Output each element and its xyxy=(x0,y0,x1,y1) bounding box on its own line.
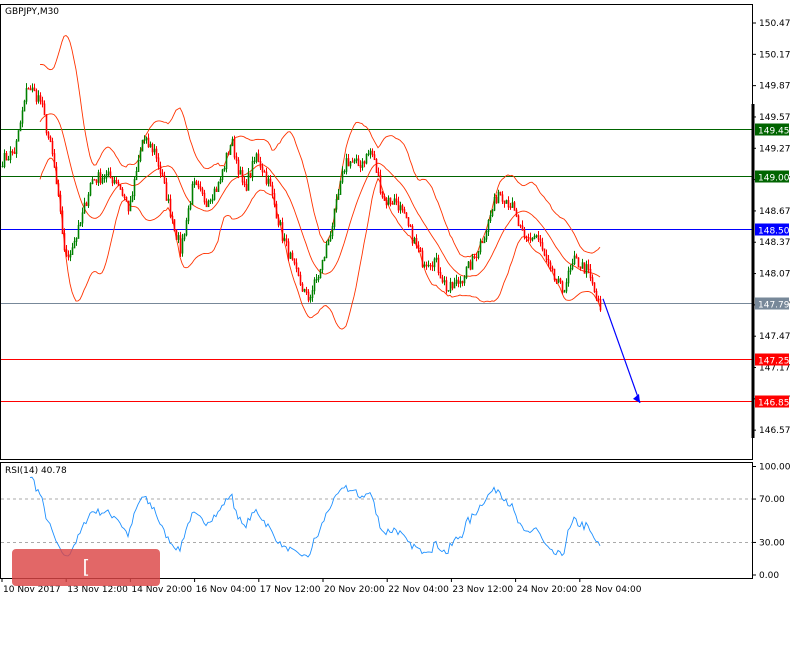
level-label: 149.45 xyxy=(758,127,790,137)
rsi-label: RSI(14) 40.78 xyxy=(5,466,67,476)
rsi-tick-label: 0.00 xyxy=(759,571,779,581)
price-tick-label: 148.37 xyxy=(759,238,791,248)
price-tick-label: 146.57 xyxy=(759,426,791,436)
time-tick-label: 23 Nov 12:00 xyxy=(452,585,513,595)
time-tick-label: 24 Nov 20:00 xyxy=(517,585,578,595)
price-tick-label: 149.27 xyxy=(759,144,791,154)
level-label: 148.50 xyxy=(758,227,790,237)
time-tick-label: 17 Nov 12:00 xyxy=(260,585,321,595)
chart-title: GBPJPY,M30 xyxy=(5,7,59,17)
forecast-arrow xyxy=(602,298,641,404)
rsi-tick-label: 30.00 xyxy=(759,538,785,548)
time-tick-label: 28 Nov 04:00 xyxy=(581,585,642,595)
price-tick-label: 148.67 xyxy=(759,207,791,217)
price-tick-label: 150.47 xyxy=(759,19,791,29)
price-tick-label: 148.07 xyxy=(759,270,791,280)
time-tick-label: 16 Nov 04:00 xyxy=(196,585,257,595)
bollinger-upper xyxy=(39,34,601,258)
level-label: 147.25 xyxy=(758,357,790,367)
instaforex-watermark: [ www.instaforex.com ] xyxy=(12,549,196,652)
level-label: 149.00 xyxy=(758,174,790,184)
time-tick-label: 22 Nov 04:00 xyxy=(388,585,449,595)
time-tick-label: 20 Nov 20:00 xyxy=(324,585,385,595)
rsi-tick-label: 70.00 xyxy=(759,495,785,505)
price-tick-label: 149.57 xyxy=(759,113,791,123)
price-chart[interactable]: GBPJPY,M30 RSI(14) 40.78 150.47 150.17 149… xyxy=(0,0,800,600)
price-tick-label: 150.17 xyxy=(759,50,791,60)
level-label: 147.79 xyxy=(758,301,790,311)
level-label: 146.85 xyxy=(758,399,790,409)
price-tick-label: 149.87 xyxy=(759,82,791,92)
rsi-tick-label: 100.00 xyxy=(759,463,791,473)
price-tick-label: 147.47 xyxy=(759,332,791,342)
rsi-line xyxy=(29,476,601,558)
